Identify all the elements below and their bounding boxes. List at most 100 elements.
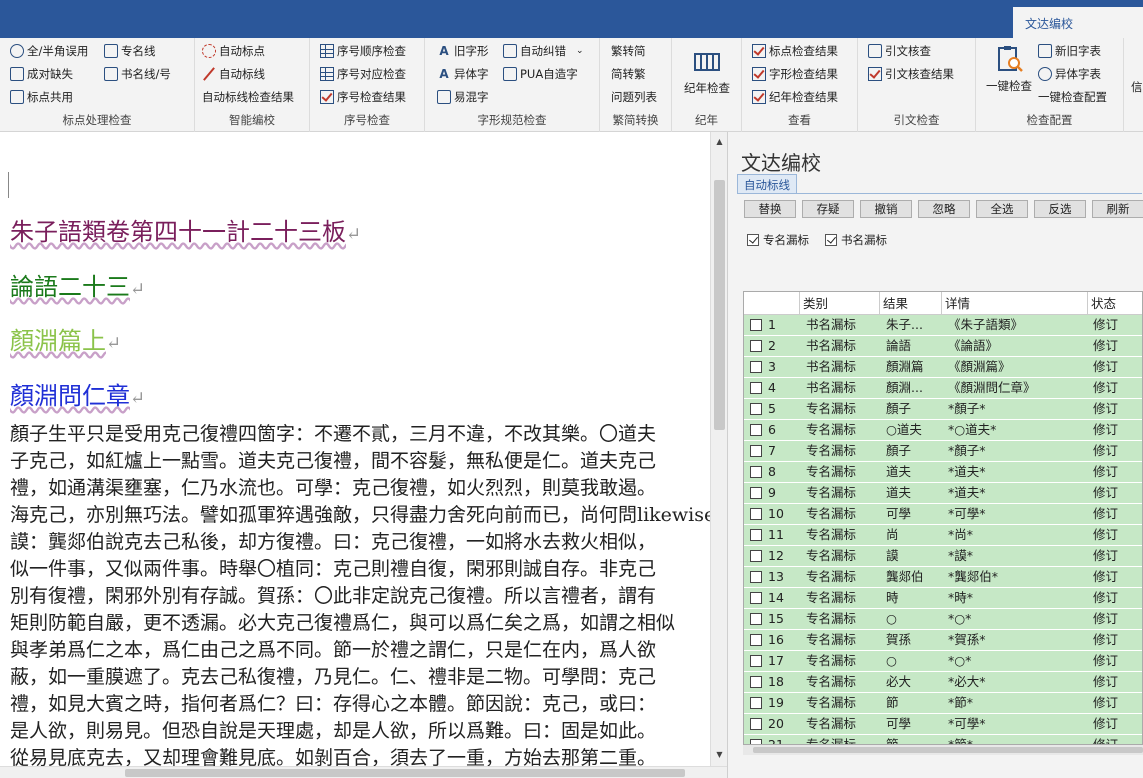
variant-table-button[interactable]: 异体字表 <box>1038 64 1101 84</box>
row-checkbox[interactable] <box>750 508 762 520</box>
scroll-up-icon[interactable]: ▲ <box>714 136 725 147</box>
citation-result-button[interactable]: 引文核查结果 <box>868 64 954 84</box>
table-row[interactable]: 18专名漏标必大*必大*修订 <box>744 672 1143 693</box>
auto-line-result-button[interactable]: 自动标线检查结果 <box>202 87 294 107</box>
issue-list-button[interactable]: 问题列表 <box>611 87 657 107</box>
col-type[interactable]: 类别 <box>799 292 879 315</box>
scroll-thumb[interactable] <box>714 180 725 430</box>
row-checkbox[interactable] <box>750 487 762 499</box>
row-checkbox[interactable] <box>750 655 762 667</box>
row-checkbox[interactable] <box>750 550 762 562</box>
book-title-missing-checkbox[interactable]: 书名漏标 <box>825 232 887 248</box>
variant-button[interactable]: A异体字 <box>437 64 489 84</box>
confusable-button[interactable]: 易混字 <box>437 87 489 107</box>
table-row[interactable]: 4书名漏标顏淵...《顏淵問仁章》修订 <box>744 378 1143 399</box>
old-new-table-button[interactable]: 新旧字表 <box>1038 41 1101 61</box>
chevron-down-icon[interactable]: ⌄ <box>576 46 584 56</box>
auto-line-button[interactable]: 自动标线 <box>202 64 265 84</box>
ignore-button[interactable]: 忽略 <box>918 200 970 218</box>
table-row[interactable]: 14专名漏标時*時*修订 <box>744 588 1143 609</box>
checkbox-box[interactable] <box>747 234 759 246</box>
document-vertical-scrollbar[interactable]: ▲ ▼ <box>710 132 727 766</box>
table-row[interactable]: 8专名漏标道夫*道夫*修订 <box>744 462 1143 483</box>
book-title-line-button[interactable]: 书名线/号 <box>104 64 171 84</box>
pua-button[interactable]: PUA自造字 <box>503 64 578 84</box>
serial-match-button[interactable]: 序号对应检查 <box>320 64 406 84</box>
table-row[interactable]: 19专名漏标節*節*修订 <box>744 693 1143 714</box>
era-result-button[interactable]: 纪年检查结果 <box>752 87 838 107</box>
row-checkbox[interactable] <box>750 361 762 373</box>
table-row[interactable]: 16专名漏标賀孫*賀孫*修订 <box>744 630 1143 651</box>
row-checkbox[interactable] <box>750 634 762 646</box>
serial-order-button[interactable]: 序号顺序检查 <box>320 41 406 61</box>
row-checkbox[interactable] <box>750 697 762 709</box>
row-checkbox[interactable] <box>750 319 762 331</box>
table-row[interactable]: 10专名漏标可學*可學*修订 <box>744 504 1143 525</box>
proper-name-missing-checkbox[interactable]: 专名漏标 <box>747 232 809 248</box>
document-horizontal-scrollbar[interactable] <box>0 766 727 778</box>
row-checkbox[interactable] <box>750 676 762 688</box>
row-checkbox[interactable] <box>750 571 762 583</box>
document-area[interactable]: 朱子語類卷第四十一計二十三板↵ 論語二十三↵ 顏淵篇上↵ 顏淵問仁章↵ 顏子生平… <box>0 132 710 766</box>
tab-auto-line[interactable]: 自动标线 <box>737 174 797 194</box>
checkbox-box[interactable] <box>825 234 837 246</box>
glyph-result-button[interactable]: 字形检查结果 <box>752 64 838 84</box>
old-glyph-button[interactable]: A旧字形 <box>437 41 489 61</box>
col-detail[interactable]: 详情 <box>941 292 1087 315</box>
ribbon-overflow[interactable]: 信 <box>1131 77 1143 97</box>
table-row[interactable]: 12专名漏标謨*謨*修订 <box>744 546 1143 567</box>
row-checkbox[interactable] <box>750 340 762 352</box>
table-row[interactable]: 20专名漏标可學*可學*修订 <box>744 714 1143 735</box>
punct-result-button[interactable]: 标点检查结果 <box>752 41 838 61</box>
citation-check-button[interactable]: 引文核查 <box>868 41 931 61</box>
table-row[interactable]: 17专名漏标○*○*修订 <box>744 651 1143 672</box>
table-row[interactable]: 3书名漏标顏淵篇《顏淵篇》修订 <box>744 357 1143 378</box>
auto-correct-button[interactable]: 自动纠错⌄ <box>503 41 584 61</box>
col-result[interactable]: 结果 <box>879 292 941 315</box>
one-click-check-button[interactable]: 一键检查 <box>982 44 1036 94</box>
row-status: 修订 <box>1090 315 1143 336</box>
table-row[interactable]: 7专名漏标 顏子 *顏子*修订 <box>744 441 1143 462</box>
table-row[interactable]: 5专名漏标顏子*顏子*修订 <box>744 399 1143 420</box>
table-row[interactable]: 11专名漏标尚*尚*修订 <box>744 525 1143 546</box>
doubt-button[interactable]: 存疑 <box>802 200 854 218</box>
row-checkbox[interactable] <box>750 424 762 436</box>
table-row[interactable]: 9专名漏标道夫*道夫*修订 <box>744 483 1143 504</box>
col-status[interactable]: 状态 <box>1087 292 1143 315</box>
table-row[interactable]: 1书名漏标朱子...《朱子語類》修订 <box>744 315 1143 336</box>
table-row[interactable]: 6专名漏标○道夫*○道夫*修订 <box>744 420 1143 441</box>
table-row[interactable]: 13专名漏标龔郯伯*龔郯伯*修订 <box>744 567 1143 588</box>
undo-button[interactable]: 撤销 <box>860 200 912 218</box>
table-hscroll-thumb[interactable] <box>753 747 1143 753</box>
one-click-config-button[interactable]: 一键检查配置 <box>1038 87 1107 107</box>
auto-punct-button[interactable]: 自动标点 <box>202 41 265 61</box>
pair-missing-button[interactable]: 成对缺失 <box>10 64 73 84</box>
proper-name-line-button[interactable]: 专名线 <box>104 41 156 61</box>
punct-shared-button[interactable]: 标点共用 <box>10 87 73 107</box>
serial-result-button[interactable]: 序号检查结果 <box>320 87 406 107</box>
era-check-button[interactable]: 纪年检查 <box>681 46 733 96</box>
auto-line-icon <box>202 67 216 81</box>
table-row[interactable]: 21专名漏标節*節*修订 <box>744 735 1143 745</box>
row-checkbox[interactable] <box>750 382 762 394</box>
row-checkbox[interactable] <box>750 529 762 541</box>
row-checkbox[interactable] <box>750 403 762 415</box>
row-checkbox[interactable] <box>750 613 762 625</box>
tab-wenda[interactable]: 文达编校 <box>1013 7 1143 38</box>
replace-button[interactable]: 替换 <box>744 200 796 218</box>
invert-select-button[interactable]: 反选 <box>1034 200 1086 218</box>
table-row[interactable]: 15专名漏标○*○*修订 <box>744 609 1143 630</box>
table-horizontal-scrollbar[interactable] <box>743 745 1143 755</box>
row-checkbox[interactable] <box>750 466 762 478</box>
select-all-button[interactable]: 全选 <box>976 200 1028 218</box>
row-checkbox[interactable] <box>750 592 762 604</box>
scroll-down-icon[interactable]: ▼ <box>714 749 725 760</box>
refresh-button[interactable]: 刷新 <box>1092 200 1143 218</box>
hscroll-thumb[interactable] <box>125 769 685 777</box>
row-checkbox[interactable] <box>750 718 762 730</box>
trad-to-simp-button[interactable]: 繁转简 <box>611 41 646 61</box>
fullhalf-button[interactable]: 全/半角误用 <box>10 41 88 61</box>
simp-to-trad-button[interactable]: 简转繁 <box>611 64 646 84</box>
row-checkbox[interactable] <box>750 445 762 457</box>
table-row[interactable]: 2书名漏标論語《論語》修订 <box>744 336 1143 357</box>
